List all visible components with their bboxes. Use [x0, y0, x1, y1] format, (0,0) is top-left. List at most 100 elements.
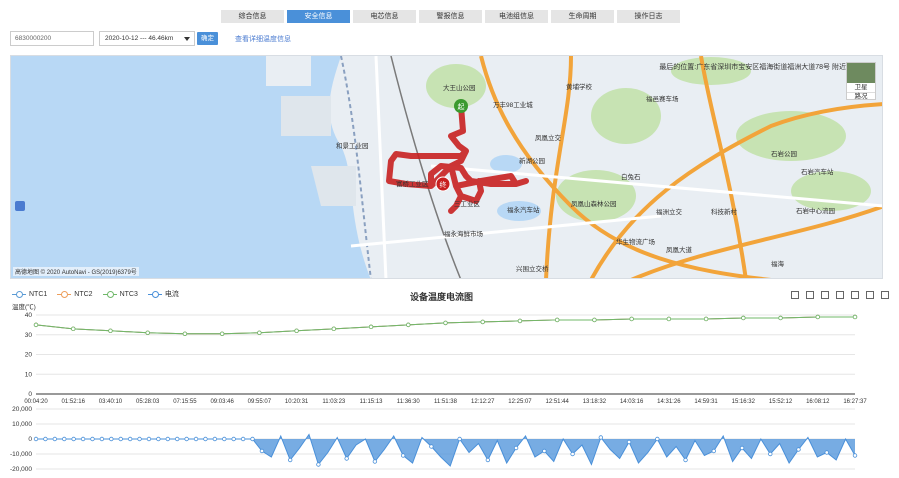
y-tick-label: 10 — [25, 371, 33, 378]
y-tick-label: 0 — [28, 391, 32, 398]
data-point — [331, 326, 337, 332]
confirm-button[interactable]: 确定 — [197, 32, 218, 45]
data-point — [666, 316, 672, 322]
end-marker-label: 终 — [440, 180, 447, 189]
restore-icon[interactable] — [866, 291, 874, 299]
satellite-button[interactable]: 卫星 — [847, 83, 875, 92]
data-point — [99, 436, 105, 442]
legend-symbol-icon — [57, 290, 72, 298]
data-point — [212, 436, 218, 442]
data-point — [542, 448, 547, 454]
roadnet-button[interactable]: 路况 — [847, 92, 875, 101]
x-tick-label: 10:20:31 — [285, 399, 309, 405]
land-block — [281, 96, 331, 136]
y-tick-label: 0 — [28, 436, 32, 443]
legend-item[interactable]: 电流 — [147, 289, 179, 299]
data-point — [406, 322, 411, 328]
x-tick-label: 09:03:46 — [210, 399, 234, 405]
x-tick-label: 01:52:16 — [62, 399, 86, 405]
legend-item[interactable]: NTC1 — [12, 289, 47, 299]
series-line — [35, 316, 855, 335]
zoom-reset-icon[interactable] — [806, 291, 814, 299]
detail-temperature-link[interactable]: 查看详细温度信息 — [235, 34, 291, 44]
y-tick-label: 40 — [25, 312, 33, 319]
data-point — [739, 445, 745, 451]
place-label: 凤凰山森林公园 — [571, 199, 617, 208]
y-tick-label: 20 — [25, 352, 33, 359]
data-point — [108, 328, 113, 333]
data-point — [231, 436, 236, 442]
x-tick-label: 11:03:23 — [322, 399, 346, 405]
query-toolbar: 2020-10-12 --- 46.46km 确定 查看详细温度信息 — [10, 31, 899, 47]
data-point — [193, 436, 199, 442]
data-point — [182, 331, 188, 336]
track-map[interactable]: 起 终 大王山公园 万丰98工业城 黄埔学校 福邑赛车场 凤凰立交 新湖公园 富… — [10, 55, 883, 279]
x-tick-label: 14:59:31 — [694, 399, 718, 405]
data-point — [629, 316, 634, 322]
data-point — [146, 436, 152, 442]
x-tick-label: 14:03:16 — [620, 399, 644, 405]
x-tick-label: 11:36:30 — [397, 399, 421, 405]
data-view-icon[interactable] — [821, 291, 829, 299]
x-tick-label: 12:51:44 — [546, 399, 570, 405]
data-point — [257, 330, 262, 335]
y-tick-label: 30 — [25, 332, 33, 339]
y-tick-label: 20,000 — [12, 406, 32, 413]
data-point — [517, 318, 523, 324]
tab-5[interactable]: 生命周期 — [551, 10, 614, 23]
download-icon[interactable] — [881, 291, 889, 299]
data-point — [570, 451, 575, 457]
data-point — [429, 444, 434, 449]
place-label: 白兔石 — [621, 172, 641, 181]
legend-item[interactable]: NTC2 — [57, 289, 93, 299]
map-type-switch[interactable]: 卫星 路况 — [846, 62, 876, 100]
x-tick-label: 13:18:32 — [583, 399, 607, 405]
zoom-icon[interactable] — [791, 291, 799, 299]
tab-0[interactable]: 综合信息 — [221, 10, 284, 23]
line-icon[interactable] — [836, 291, 844, 299]
y-axis-unit: 温度(℃) — [12, 304, 36, 311]
tab-6[interactable]: 操作日志 — [617, 10, 680, 23]
place-label: 科技新村 — [711, 207, 738, 216]
data-point — [711, 448, 716, 454]
data-point — [165, 436, 170, 442]
data-point — [33, 322, 39, 328]
place-label: 新湖公园 — [519, 156, 545, 165]
map-canvas: 起 终 大王山公园 万丰98工业城 黄埔学校 福邑赛车场 凤凰立交 新湖公园 富… — [11, 56, 882, 278]
place-label: 华生物流广场 — [616, 237, 656, 246]
place-label: 福海 — [771, 259, 785, 268]
data-point — [824, 450, 829, 455]
tab-2[interactable]: 电芯信息 — [353, 10, 416, 23]
data-point — [796, 447, 801, 452]
data-point — [852, 453, 858, 458]
place-label: 凤凰大道 — [666, 245, 693, 254]
data-point — [240, 436, 246, 442]
place-label: 石岩公园 — [771, 149, 797, 158]
data-point — [294, 328, 299, 333]
data-point — [741, 315, 746, 321]
tab-1[interactable]: 安全信息 — [287, 10, 350, 23]
tab-4[interactable]: 电池组信息 — [485, 10, 548, 23]
y-tick-label: 10,000 — [12, 421, 32, 428]
place-label: 万丰98工业城 — [493, 100, 533, 109]
top-tabs: 综合信息 安全信息 电芯信息 警报信息 电池组信息 生命周期 操作日志 — [221, 10, 680, 23]
bar-icon[interactable] — [851, 291, 859, 299]
map-copyright: 高德地图 © 2020 AutoNavi - GS(2019)6379号 — [13, 267, 139, 276]
data-point — [815, 314, 820, 320]
data-point — [768, 451, 773, 457]
data-point — [513, 445, 519, 451]
x-tick-label: 00:04:20 — [24, 399, 48, 405]
chart-toolbox — [791, 291, 889, 299]
locate-icon[interactable] — [15, 201, 25, 211]
data-point — [554, 317, 560, 323]
legend-label: NTC3 — [119, 290, 138, 298]
device-id-input[interactable] — [10, 31, 94, 46]
tab-3[interactable]: 警报信息 — [419, 10, 482, 23]
data-point — [71, 326, 76, 332]
data-point — [655, 436, 660, 442]
legend-item[interactable]: NTC3 — [102, 289, 138, 299]
date-range-select[interactable]: 2020-10-12 --- 46.46km — [99, 31, 195, 46]
data-point — [368, 324, 374, 330]
x-tick-label: 15:16:32 — [732, 399, 756, 405]
data-point — [316, 462, 321, 467]
